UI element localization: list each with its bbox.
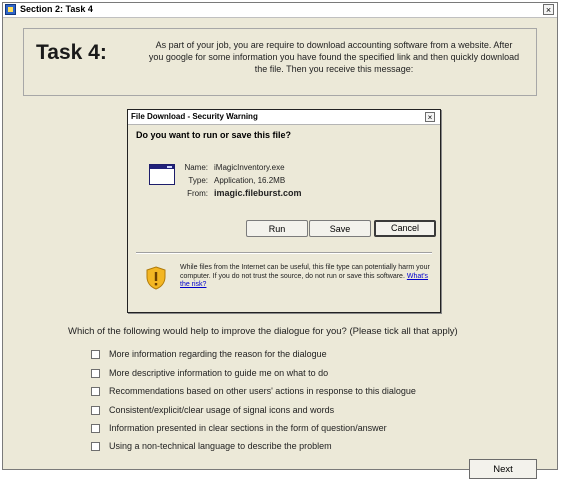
option-checkbox[interactable] <box>91 369 100 378</box>
dialog-titlebar: File Download - Security Warning × <box>128 110 440 125</box>
option-label: Using a non-technical language to descri… <box>109 441 332 451</box>
option-label: More descriptive information to guide me… <box>109 368 329 378</box>
shield-warning-icon <box>146 266 166 290</box>
application-icon <box>5 4 16 15</box>
option-checkbox[interactable] <box>91 350 100 359</box>
task-description: As part of your job, you are require to … <box>148 40 520 74</box>
window-title: Section 2: Task 4 <box>20 4 93 14</box>
option-label: More information regarding the reason fo… <box>109 349 327 359</box>
name-label: Name: <box>184 163 208 172</box>
type-label: Type: <box>188 176 208 185</box>
dialog-title: File Download - Security Warning <box>131 112 258 121</box>
option-checkbox[interactable] <box>91 442 100 451</box>
warning-text: While files from the Internet can be use… <box>180 264 430 280</box>
option-label: Information presented in clear sections … <box>109 423 387 433</box>
file-name: iMagicInventory.exe <box>214 163 285 172</box>
option-label: Recommendations based on other users' ac… <box>109 386 416 396</box>
option-label: Consistent/explicit/clear usage of signa… <box>109 405 335 415</box>
warning-message: While files from the Internet can be use… <box>180 264 432 290</box>
option-checkbox[interactable] <box>91 406 100 415</box>
next-button[interactable]: Next <box>469 459 537 479</box>
close-icon[interactable]: × <box>543 4 554 15</box>
security-warning-dialog: File Download - Security Warning × Do yo… <box>127 109 441 313</box>
task-heading: Task 4: <box>36 41 107 64</box>
dialog-question: Do you want to run or save this file? <box>136 130 292 140</box>
cancel-button[interactable]: Cancel <box>374 220 436 237</box>
run-button[interactable]: Run <box>246 220 308 237</box>
option-checkbox[interactable] <box>91 387 100 396</box>
save-button[interactable]: Save <box>309 220 371 237</box>
window-titlebar: Section 2: Task 4 × <box>3 3 557 18</box>
from-label: From: <box>187 189 208 198</box>
file-type: Application, 16.2MB <box>214 176 286 185</box>
survey-prompt: Which of the following would help to imp… <box>68 326 458 337</box>
option-checkbox[interactable] <box>91 424 100 433</box>
dialog-separator <box>136 252 432 254</box>
task-panel: Task 4: As part of your job, you are req… <box>23 28 537 96</box>
dialog-close-icon[interactable]: × <box>425 112 435 122</box>
file-source: imagic.fileburst.com <box>214 188 302 198</box>
survey-window: Section 2: Task 4 × Task 4: As part of y… <box>2 2 558 470</box>
